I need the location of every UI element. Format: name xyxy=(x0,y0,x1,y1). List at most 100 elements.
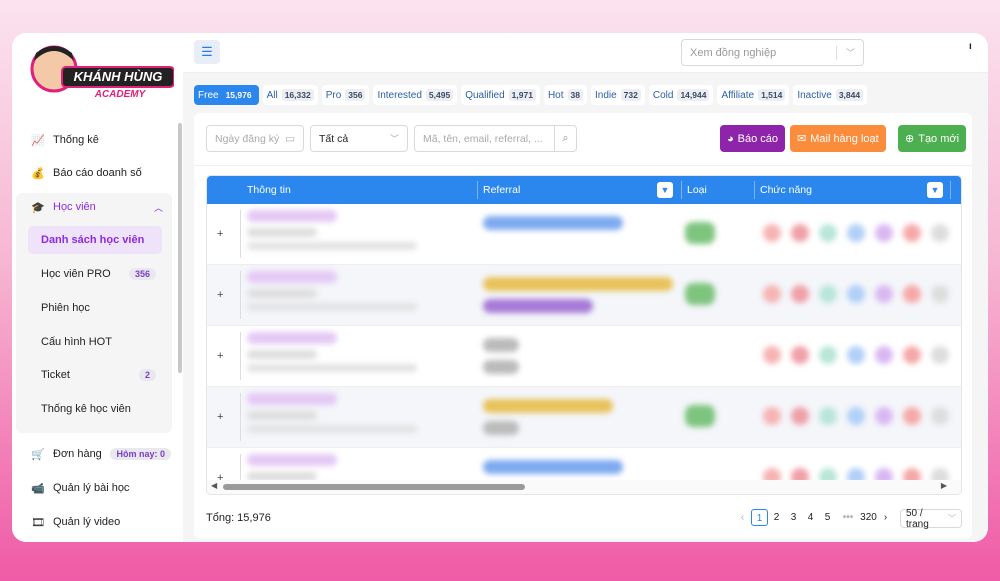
svg-text:ACADEMY: ACADEMY xyxy=(94,89,147,99)
type-select[interactable]: Tất cả ﹀ xyxy=(310,125,408,152)
page-size-select[interactable]: 50 / trang ﹀ xyxy=(900,507,962,530)
sidebar-item-quan-ly-bai-hoc[interactable]: 📹 Quản lý bài học xyxy=(12,477,177,499)
status-tabs: Free 15,976 All 16,332 Pro 356 Interested 5,495… xyxy=(194,85,868,105)
sidebar-item-thong-ke[interactable]: 📈 Thống kê xyxy=(12,129,177,151)
top-header: ☰ Xem đồng nghiệp ﹀ ı xyxy=(183,33,988,73)
chevron-down-icon: ﹀ xyxy=(845,48,855,58)
table-header: Thông tin Referral ▼ Loại Chức năng ▼ xyxy=(207,176,961,204)
user-menu[interactable]: ı xyxy=(969,41,972,52)
pagination: ‹ 1 2 3 4 5 ••• 320 › xyxy=(734,509,894,526)
date-filter[interactable]: Ngày đăng ký ▭ xyxy=(206,125,304,152)
date-placeholder: Ngày đăng ký xyxy=(215,132,280,145)
video-library-icon: 🎞 xyxy=(31,516,45,529)
tab-indie[interactable]: Indie 732 xyxy=(590,85,645,105)
button-label: Mail hàng loạt xyxy=(810,132,879,145)
plus-circle-icon: ⊕ xyxy=(905,133,915,145)
chart-line-icon: 📈 xyxy=(31,134,45,147)
colleague-placeholder: Xem đồng nghiệp xyxy=(690,46,777,59)
expand-icon[interactable]: + xyxy=(217,411,223,423)
page-3[interactable]: 4 xyxy=(802,509,819,526)
page-0[interactable]: 1 xyxy=(751,509,768,526)
sidebar-item-don-hang[interactable]: 🛒 Đơn hàng Hôm nay: 0 xyxy=(12,443,177,465)
expand-icon[interactable]: + xyxy=(217,350,223,362)
tab-label: Free xyxy=(198,89,219,101)
tab-interested[interactable]: Interested 5,495 xyxy=(373,85,458,105)
tab-qualified[interactable]: Qualified 1,971 xyxy=(461,85,540,105)
tab-label: Inactive xyxy=(797,89,832,101)
tab-pro[interactable]: Pro 356 xyxy=(321,85,370,105)
tab-affiliate[interactable]: Affiliate 1,514 xyxy=(717,85,790,105)
cart-icon: 🛒 xyxy=(31,448,45,461)
report-button[interactable]: ◕ Báo cáo xyxy=(720,125,786,152)
button-label: Tạo mới xyxy=(918,132,960,145)
sidebar-sub-danh-sach[interactable]: Danh sách học viên xyxy=(28,226,162,254)
expand-icon[interactable]: + xyxy=(217,228,223,240)
sidebar-item-label: Báo cáo doanh số xyxy=(53,167,142,179)
sub-label: Phiên học xyxy=(41,302,90,314)
count-badge: 356 xyxy=(128,268,156,280)
tab-cold[interactable]: Cold 14,944 xyxy=(648,85,714,105)
content-card: Ngày đăng ký ▭ Tất cả ﹀ Mã, tên, email, re… xyxy=(194,113,972,539)
tab-hot[interactable]: Hot 38 xyxy=(543,85,587,105)
tab-all[interactable]: All 16,332 xyxy=(262,85,318,105)
horizontal-scrollbar[interactable]: ◀ ▶ xyxy=(207,480,961,494)
page-1[interactable]: 2 xyxy=(768,509,785,526)
filter-icon[interactable]: ▼ xyxy=(657,182,673,198)
page-4[interactable]: 5 xyxy=(819,509,836,526)
table-row: + xyxy=(207,265,961,326)
total-count: Tổng: 15,976 xyxy=(206,512,271,524)
sub-label: Danh sách học viên xyxy=(41,234,145,246)
column-referral: Referral xyxy=(483,184,521,196)
sidebar-item-label: Học viên xyxy=(53,201,96,213)
tab-label: Interested xyxy=(377,89,422,101)
page-size-value: 50 / trang xyxy=(906,507,929,530)
sidebar-item-hoc-vien[interactable]: 🎓 Học viên ︿ xyxy=(12,196,177,218)
page-5[interactable]: ••• xyxy=(836,509,860,526)
page-2[interactable]: 3 xyxy=(785,509,802,526)
mail-plus-icon: ✉ xyxy=(797,133,807,145)
sidebar-item-label: Quản lý video xyxy=(53,516,121,528)
prev-page-icon[interactable]: ‹ xyxy=(734,509,751,526)
column-loai: Loại xyxy=(687,184,707,196)
sidebar-sub-phien-hoc[interactable]: Phiên học xyxy=(28,294,162,322)
colleague-select[interactable]: Xem đồng nghiệp ﹀ xyxy=(681,39,864,66)
tab-count: 16,332 xyxy=(281,89,314,101)
sub-label: Học viên PRO xyxy=(41,268,111,280)
expand-icon[interactable]: + xyxy=(217,289,223,301)
sub-label: Cấu hình HOT xyxy=(41,336,112,348)
app-window: KHÁNH HÙNG ACADEMY 📈 Thống kê 💰 Báo cáo do… xyxy=(12,33,988,542)
money-report-icon: 💰 xyxy=(31,167,45,180)
sidebar-sub-thong-ke-hoc-vien[interactable]: Thống kê học viên xyxy=(28,395,162,423)
table-row: + xyxy=(207,204,961,265)
sidebar-item-label: Đơn hàng xyxy=(53,448,102,460)
sidebar-item-quan-ly-video[interactable]: 🎞 Quản lý video xyxy=(12,511,177,533)
column-thong-tin: Thông tin xyxy=(247,184,291,196)
search-placeholder: Mã, tên, email, referral, ... xyxy=(423,132,543,145)
mass-mail-button[interactable]: ✉ Mail hàng loạt xyxy=(790,125,886,152)
page-6[interactable]: 320 xyxy=(860,509,877,526)
sub-label: Ticket xyxy=(41,369,70,381)
next-page-icon[interactable]: › xyxy=(877,509,894,526)
sidebar-sub-cau-hinh-hot[interactable]: Cấu hình HOT xyxy=(28,328,162,356)
table-row: + xyxy=(207,387,961,448)
tab-inactive[interactable]: Inactive 3,844 xyxy=(793,85,868,105)
tab-count: 732 xyxy=(620,89,641,101)
tab-count: 38 xyxy=(567,89,583,101)
tab-free[interactable]: Free 15,976 xyxy=(194,85,259,105)
brand-logo: KHÁNH HÙNG ACADEMY xyxy=(30,45,174,99)
sidebar-scrollbar[interactable] xyxy=(178,123,182,373)
menu-toggle-button[interactable]: ☰ xyxy=(194,40,220,64)
indent-icon: ☰ xyxy=(201,44,213,59)
tab-count: 356 xyxy=(345,89,366,101)
create-button[interactable]: ⊕ Tạo mới xyxy=(898,125,967,152)
scroll-thumb[interactable] xyxy=(223,484,525,490)
sidebar-item-bao-cao[interactable]: 💰 Báo cáo doanh số xyxy=(12,162,177,184)
svg-text:KHÁNH HÙNG: KHÁNH HÙNG xyxy=(74,69,163,84)
filter-icon[interactable]: ▼ xyxy=(927,182,943,198)
sidebar-sub-hoc-vien-pro[interactable]: Học viên PRO 356 xyxy=(28,260,162,288)
sidebar-sub-ticket[interactable]: Ticket 2 xyxy=(28,361,162,389)
search-input[interactable]: Mã, tên, email, referral, ... ⌕ xyxy=(414,125,577,152)
chevron-down-icon: ﹀ xyxy=(948,514,956,523)
button-label: Báo cáo xyxy=(737,132,779,145)
search-icon[interactable]: ⌕ xyxy=(554,126,576,151)
